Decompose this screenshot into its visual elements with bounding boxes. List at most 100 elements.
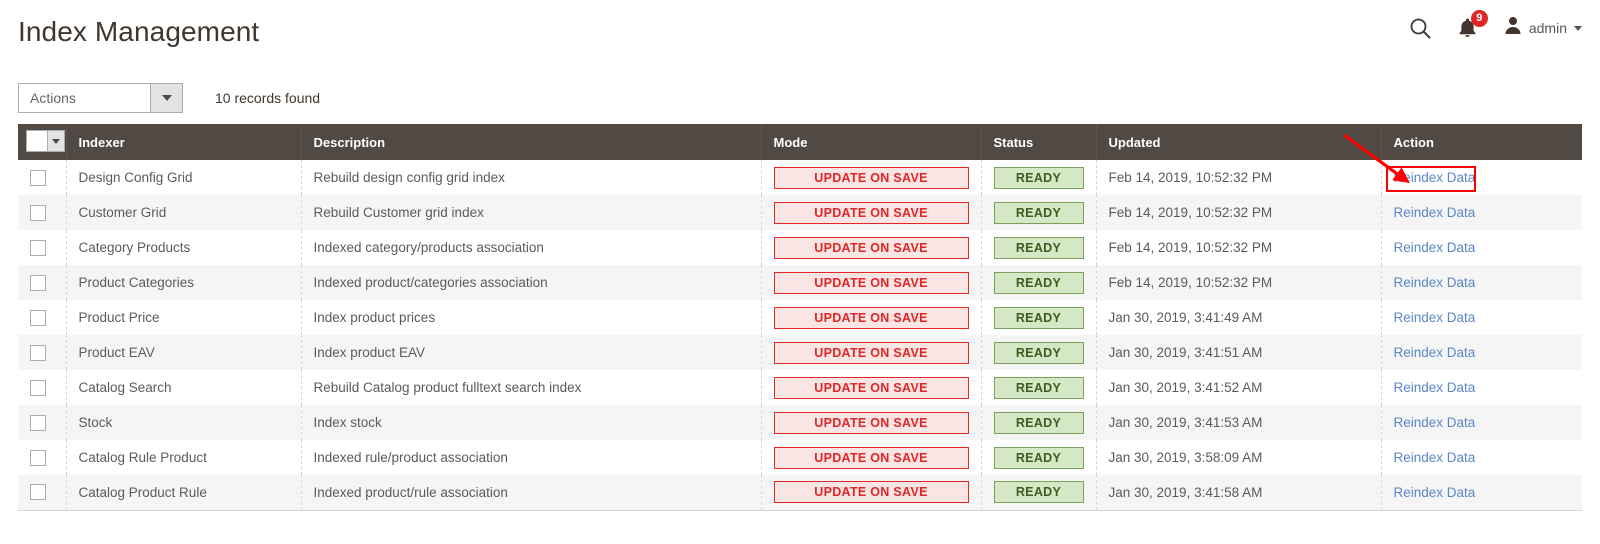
- cell-mode: UPDATE ON SAVE: [761, 195, 982, 230]
- cell-indexer: Category Products: [66, 230, 302, 265]
- row-checkbox[interactable]: [30, 169, 46, 186]
- status-badge: READY: [993, 481, 1084, 504]
- cell-indexer: Product EAV: [66, 335, 302, 370]
- row-checkbox[interactable]: [30, 449, 46, 466]
- cell-indexer: Customer Grid: [66, 195, 302, 230]
- table-row[interactable]: Catalog Search Rebuild Catalog product fu…: [18, 370, 1582, 405]
- admin-menu[interactable]: admin: [1504, 16, 1582, 40]
- mode-badge: UPDATE ON SAVE: [773, 411, 969, 434]
- status-badge: READY: [993, 376, 1084, 399]
- cell-status: READY: [981, 160, 1097, 195]
- column-header-status[interactable]: Status: [981, 124, 1097, 160]
- cell-updated: Feb 14, 2019, 10:52:32 PM: [1096, 195, 1382, 230]
- mode-badge: UPDATE ON SAVE: [773, 166, 969, 189]
- table-row[interactable]: Product Price Index product prices UPDATE …: [18, 300, 1582, 335]
- chevron-down-icon: [1574, 25, 1582, 31]
- table-row[interactable]: Category Products Indexed category/produc…: [18, 230, 1582, 265]
- status-badge: READY: [993, 306, 1084, 329]
- table-row[interactable]: Customer Grid Rebuild Customer grid index…: [18, 195, 1582, 230]
- chevron-down-icon[interactable]: [47, 131, 64, 151]
- reindex-data-link[interactable]: Reindex Data: [1394, 380, 1476, 395]
- cell-status: READY: [981, 230, 1097, 265]
- cell-mode: UPDATE ON SAVE: [761, 265, 982, 300]
- checkbox-dropdown-icon[interactable]: [26, 130, 65, 152]
- cell-status: READY: [981, 405, 1097, 440]
- cell-action: Reindex Data: [1381, 160, 1582, 195]
- mode-badge: UPDATE ON SAVE: [773, 481, 969, 504]
- cell-action: Reindex Data: [1381, 440, 1582, 475]
- table-head: Indexer Description Mode Status Updated …: [18, 124, 1582, 160]
- reindex-data-link[interactable]: Reindex Data: [1394, 275, 1476, 290]
- header-tools: 9 admin: [1409, 10, 1582, 40]
- table-row[interactable]: Catalog Rule Product Indexed rule/product…: [18, 440, 1582, 475]
- row-select-cell: [18, 475, 67, 511]
- cell-status: READY: [981, 440, 1097, 475]
- row-checkbox[interactable]: [30, 239, 46, 256]
- reindex-data-link[interactable]: Reindex Data: [1394, 170, 1476, 185]
- table-row[interactable]: Design Config Grid Rebuild design config …: [18, 160, 1582, 195]
- cell-description: Indexed category/products association: [301, 230, 762, 265]
- row-checkbox[interactable]: [30, 274, 46, 291]
- column-header-description[interactable]: Description: [301, 124, 762, 160]
- row-checkbox[interactable]: [30, 414, 46, 431]
- table-body: Design Config Grid Rebuild design config …: [18, 160, 1582, 511]
- status-badge: READY: [993, 271, 1084, 294]
- status-badge: READY: [993, 446, 1084, 469]
- index-management-table: Indexer Description Mode Status Updated …: [18, 124, 1582, 511]
- cell-indexer: Catalog Product Rule: [66, 475, 302, 511]
- row-checkbox[interactable]: [30, 379, 46, 396]
- cell-indexer: Product Price: [66, 300, 302, 335]
- row-checkbox[interactable]: [30, 484, 46, 501]
- cell-description: Indexed rule/product association: [301, 440, 762, 475]
- reindex-data-link[interactable]: Reindex Data: [1394, 450, 1476, 465]
- row-select-cell: [18, 300, 67, 335]
- cell-updated: Jan 30, 2019, 3:41:49 AM: [1096, 300, 1382, 335]
- table-row[interactable]: Catalog Product Rule Indexed product/rule…: [18, 475, 1582, 511]
- cell-description: Index product EAV: [301, 335, 762, 370]
- column-header-updated[interactable]: Updated: [1096, 124, 1382, 160]
- cell-action: Reindex Data: [1381, 195, 1582, 230]
- cell-mode: UPDATE ON SAVE: [761, 335, 982, 370]
- status-badge: READY: [993, 166, 1084, 189]
- cell-description: Rebuild Customer grid index: [301, 195, 762, 230]
- search-icon[interactable]: [1409, 17, 1431, 39]
- table-row[interactable]: Product Categories Indexed product/catego…: [18, 265, 1582, 300]
- cell-action: Reindex Data: [1381, 300, 1582, 335]
- cell-mode: UPDATE ON SAVE: [761, 300, 982, 335]
- cell-action: Reindex Data: [1381, 335, 1582, 370]
- cell-mode: UPDATE ON SAVE: [761, 440, 982, 475]
- cell-description: Index stock: [301, 405, 762, 440]
- row-select-cell: [18, 440, 67, 475]
- cell-action: Reindex Data: [1381, 405, 1582, 440]
- cell-mode: UPDATE ON SAVE: [761, 370, 982, 405]
- cell-status: READY: [981, 475, 1097, 511]
- row-select-cell: [18, 230, 67, 265]
- reindex-data-link[interactable]: Reindex Data: [1394, 415, 1476, 430]
- cell-description: Indexed product/categories association: [301, 265, 762, 300]
- cell-mode: UPDATE ON SAVE: [761, 405, 982, 440]
- reindex-data-link[interactable]: Reindex Data: [1394, 345, 1476, 360]
- cell-indexer: Stock: [66, 405, 302, 440]
- actions-dropdown[interactable]: Actions: [18, 83, 183, 113]
- column-header-indexer[interactable]: Indexer: [66, 124, 302, 160]
- reindex-data-link[interactable]: Reindex Data: [1394, 205, 1476, 220]
- mode-badge: UPDATE ON SAVE: [773, 376, 969, 399]
- reindex-data-link[interactable]: Reindex Data: [1394, 485, 1476, 500]
- status-badge: READY: [993, 236, 1084, 259]
- row-checkbox[interactable]: [30, 344, 46, 361]
- table-row[interactable]: Product EAV Index product EAV UPDATE ON SA…: [18, 335, 1582, 370]
- bell-icon[interactable]: 9: [1457, 10, 1488, 39]
- column-header-mode[interactable]: Mode: [761, 124, 982, 160]
- cell-mode: UPDATE ON SAVE: [761, 475, 982, 511]
- row-checkbox[interactable]: [30, 309, 46, 326]
- row-checkbox[interactable]: [30, 204, 46, 221]
- table-row[interactable]: Stock Index stock UPDATE ON SAVE READY Jan 3…: [18, 405, 1582, 440]
- row-select-cell: [18, 160, 67, 195]
- cell-description: Index product prices: [301, 300, 762, 335]
- reindex-data-link[interactable]: Reindex Data: [1394, 310, 1476, 325]
- reindex-data-link[interactable]: Reindex Data: [1394, 240, 1476, 255]
- cell-status: READY: [981, 300, 1097, 335]
- notification-count-badge: 9: [1470, 10, 1488, 27]
- column-header-action[interactable]: Action: [1381, 124, 1582, 160]
- select-all-checkbox[interactable]: [27, 131, 47, 151]
